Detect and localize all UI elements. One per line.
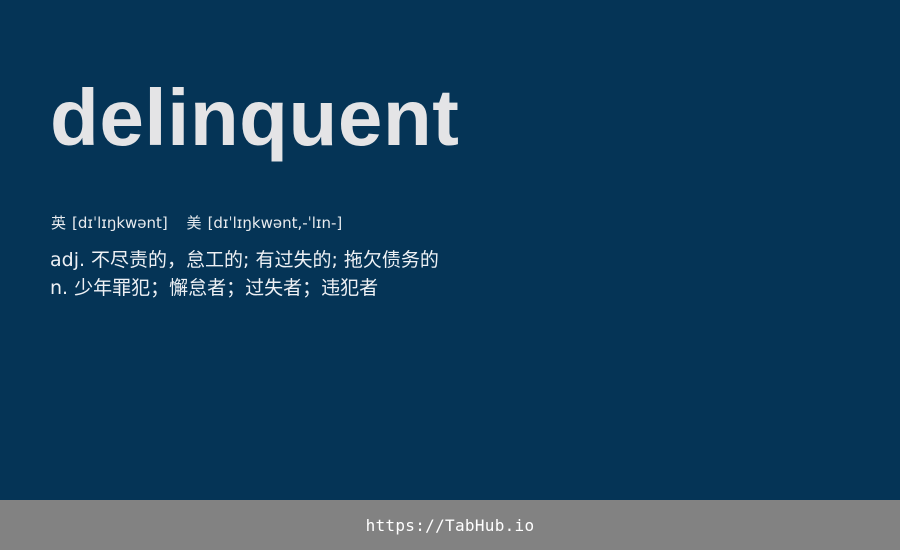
definition-meaning: 不尽责的，怠工的; 有过失的; 拖欠债务的	[91, 249, 439, 271]
definitions: adj. 不尽责的，怠工的; 有过失的; 拖欠债务的 n. 少年罪犯；懈怠者；过失者…	[50, 246, 439, 302]
phonetic-uk-label: 英	[51, 214, 67, 232]
phonetic-uk-ipa: [dɪˈlɪŋkwənt]	[72, 214, 168, 232]
definition-pos: adj.	[50, 249, 86, 271]
phonetic-us-label: 美	[186, 214, 202, 232]
phonetic-us: 美 [dɪˈlɪŋkwənt,-ˈlɪn-]	[187, 213, 343, 233]
definition-noun: n. 少年罪犯；懈怠者；过失者；违犯者	[50, 274, 439, 302]
definition-meaning: 少年罪犯；懈怠者；过失者；违犯者	[74, 277, 379, 299]
phonetics: 英 [dɪˈlɪŋkwənt] 美 [dɪˈlɪŋkwənt,-ˈlɪn-]	[51, 213, 342, 233]
word-card: delinquent 英 [dɪˈlɪŋkwənt] 美 [dɪˈlɪŋkwənt,…	[0, 0, 900, 500]
definition-pos: n.	[50, 277, 69, 299]
phonetic-us-ipa: [dɪˈlɪŋkwənt,-ˈlɪn-]	[207, 214, 343, 232]
phonetic-uk: 英 [dɪˈlɪŋkwənt]	[51, 213, 168, 233]
headword: delinquent	[50, 73, 460, 162]
footer-bar: https://TabHub.io	[0, 500, 900, 550]
tabhub-link[interactable]: https://TabHub.io	[366, 516, 535, 535]
definition-adj: adj. 不尽责的，怠工的; 有过失的; 拖欠债务的	[50, 246, 439, 274]
